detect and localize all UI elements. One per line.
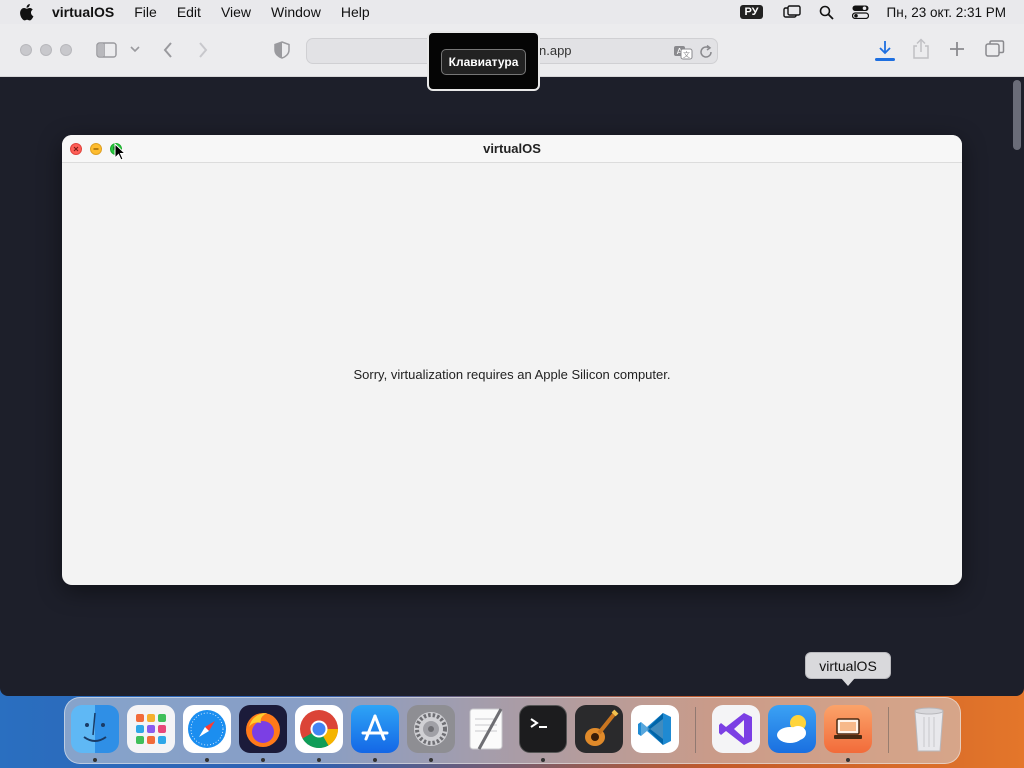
- dock-launchpad-icon[interactable]: [127, 705, 175, 753]
- privacy-shield-icon[interactable]: [274, 41, 290, 59]
- running-indicator: [317, 758, 321, 762]
- running-indicator: [261, 758, 265, 762]
- address-text: n.app: [539, 43, 572, 58]
- screen-mirroring-icon[interactable]: [782, 5, 801, 19]
- window-titlebar[interactable]: virtualOS: [62, 135, 962, 163]
- menubar-clock[interactable]: Пн, 23 окт. 2:31 PM: [887, 5, 1006, 20]
- downloads-icon[interactable]: [876, 40, 894, 58]
- dock-tooltip-arrow: [841, 678, 855, 686]
- dock-safari-icon[interactable]: [183, 705, 231, 753]
- dock-tooltip: virtualOS: [805, 652, 891, 679]
- keyboard-layout-badge[interactable]: РУ: [740, 5, 763, 19]
- menu-help[interactable]: Help: [331, 0, 380, 24]
- apple-menu-icon[interactable]: [0, 3, 52, 21]
- sidebar-toggle-icon[interactable]: [96, 41, 118, 59]
- dock-system-settings-icon[interactable]: [407, 705, 455, 753]
- download-progress-bar: [875, 58, 895, 61]
- dock-chrome-icon[interactable]: [295, 705, 343, 753]
- reload-icon[interactable]: [699, 44, 713, 64]
- menu-app-name[interactable]: virtualOS: [52, 0, 124, 24]
- running-indicator: [93, 758, 97, 762]
- dock-firefox-icon[interactable]: [239, 705, 287, 753]
- browser-minimize-button[interactable]: [40, 44, 52, 56]
- running-indicator: [205, 758, 209, 762]
- dock-textedit-icon[interactable]: [463, 705, 511, 753]
- menu-file[interactable]: File: [124, 0, 167, 24]
- menu-bar: virtualOS File Edit View Window Help РУ …: [0, 0, 1024, 24]
- dock-finder-icon[interactable]: [71, 705, 119, 753]
- virtualos-window: virtualOS Sorry, virtualization requires…: [62, 135, 962, 585]
- dock-virtualos-icon[interactable]: [824, 705, 872, 753]
- dock-garageband-icon[interactable]: [575, 705, 623, 753]
- new-tab-icon[interactable]: [949, 41, 965, 57]
- running-indicator: [541, 758, 545, 762]
- dock-vscode-icon[interactable]: [631, 705, 679, 753]
- running-indicator: [846, 758, 850, 762]
- browser-zoom-button[interactable]: [60, 44, 72, 56]
- svg-text:文: 文: [683, 50, 690, 59]
- control-center-icon[interactable]: [851, 5, 869, 19]
- dock-app-store-icon[interactable]: [351, 705, 399, 753]
- dock-weather-icon[interactable]: [768, 705, 816, 753]
- running-indicator: [429, 758, 433, 762]
- page-scrollbar[interactable]: [1013, 80, 1021, 150]
- dock-separator: [695, 707, 696, 753]
- running-indicator: [373, 758, 377, 762]
- dock-terminal-icon[interactable]: [519, 705, 567, 753]
- mouse-cursor-icon: [114, 142, 127, 166]
- back-arrow-icon[interactable]: [162, 41, 174, 59]
- dock-trash-icon[interactable]: [905, 705, 953, 753]
- browser-close-button[interactable]: [20, 44, 32, 56]
- dock-visual-studio-icon[interactable]: [712, 705, 760, 753]
- tab-overview-icon[interactable]: [985, 40, 1005, 58]
- menu-edit[interactable]: Edit: [167, 0, 211, 24]
- error-message: Sorry, virtualization requires an Apple …: [353, 367, 671, 382]
- spotlight-search-icon[interactable]: [819, 5, 834, 20]
- menu-window[interactable]: Window: [261, 0, 331, 24]
- dock-separator: [888, 707, 889, 753]
- chevron-down-icon[interactable]: [130, 45, 140, 53]
- menu-view[interactable]: View: [211, 0, 261, 24]
- translate-icon[interactable]: A文: [673, 44, 693, 65]
- share-icon[interactable]: [912, 38, 930, 60]
- keyboard-layout-popup-label: Клавиатура: [441, 49, 526, 75]
- window-title: virtualOS: [483, 141, 541, 156]
- keyboard-layout-popup: Клавиатура: [427, 31, 540, 91]
- forward-arrow-icon[interactable]: [197, 41, 209, 59]
